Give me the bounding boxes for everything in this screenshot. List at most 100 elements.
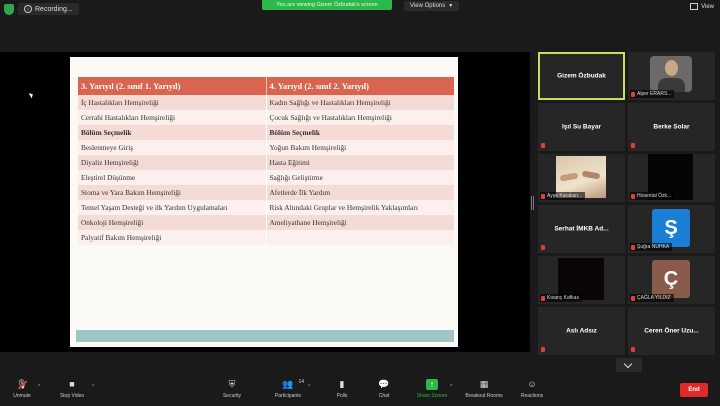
viewing-screen-banner: You are viewing Gizem Özbudak's screen xyxy=(262,0,392,10)
view-options-button[interactable]: View Options ▼ xyxy=(404,1,460,11)
chevron-down-icon: ▼ xyxy=(448,3,454,9)
participant-name: Kıvanç Kafkas xyxy=(547,295,579,301)
microphone-icon: 🎙 xyxy=(16,379,28,390)
muted-mic-icon xyxy=(631,91,635,97)
table-cell: Afetlerde İlk Yardım xyxy=(265,185,455,200)
end-meeting-button[interactable]: End xyxy=(680,383,708,397)
polls-label: Polls xyxy=(336,393,348,399)
participant-tile[interactable]: Ş Şuğra NUHKA xyxy=(628,205,715,253)
table-cell: Risk Altındaki Gruplar ve Hemşirelik Yak… xyxy=(265,200,455,215)
participant-name: Işıl Su Bayar xyxy=(561,123,602,131)
muted-mic-icon xyxy=(631,295,635,301)
panel-resize-handle[interactable] xyxy=(531,196,534,210)
gallery-scroll-down-button[interactable] xyxy=(616,358,642,372)
recording-status[interactable]: Recording... xyxy=(18,3,79,15)
muted-mic-icon xyxy=(631,193,635,199)
muted-mic-icon xyxy=(541,347,545,352)
participant-tile[interactable]: Aslı Adsız xyxy=(538,307,625,355)
unmute-label: Unmute xyxy=(13,393,31,399)
participants-caret-icon[interactable]: ^ xyxy=(308,384,310,390)
table-cell: Sağlığı Geliştirme xyxy=(265,170,455,185)
table-header-cell: 3. Yarıyıl (2. sınıf 1. Yarıyıl) xyxy=(81,81,181,91)
table-row: Cerrahi Hastalıkları Hemşireliği Çocuk Sa… xyxy=(78,110,454,125)
table-cell: Eleştirel Düşünme xyxy=(81,173,136,182)
table-row: Beslenmeye Giriş Yoğun Bakım Hemşireliği xyxy=(78,140,454,155)
view-label: View xyxy=(701,3,714,10)
participant-label: Ayşe Karakan... xyxy=(540,192,586,200)
avatar: Ş xyxy=(652,209,690,247)
participant-name: Serhat İMKB Ad... xyxy=(554,225,609,233)
participant-name: Gizem Özbudak xyxy=(557,72,606,80)
chat-button[interactable]: 💬 Chat xyxy=(362,379,406,405)
participants-button[interactable]: 👥 14 Participants xyxy=(266,379,310,405)
participant-tile[interactable]: Gizem Özbudak xyxy=(538,52,625,100)
recording-icon xyxy=(24,5,32,13)
polls-button[interactable]: ▮ Polls xyxy=(320,379,364,405)
table-cell: Yoğun Bakım Hemşireliği xyxy=(265,140,455,155)
muted-mic-icon xyxy=(631,143,635,148)
participant-label: Kıvanç Kafkas xyxy=(540,294,582,302)
table-cell: Palyatif Bakım Hemşireliği xyxy=(81,233,162,242)
table-cell: Ameliyathane Hemşireliği xyxy=(265,215,455,230)
unmute-button[interactable]: 🎙 Unmute xyxy=(0,379,44,405)
table-header-row: 3. Yarıyıl (2. sınıf 1. Yarıyıl) 4. Yarı… xyxy=(78,77,454,95)
breakout-rooms-label: Breakout Rooms xyxy=(465,393,503,399)
participant-tile[interactable]: Serhat İMKB Ad... xyxy=(538,205,625,253)
table-cell: Çocuk Sağlığı ve Hastalıkları Hemşireliğ… xyxy=(265,110,455,125)
reactions-button[interactable]: ☺ Reactions xyxy=(510,379,554,405)
audio-options-caret-icon[interactable]: ^ xyxy=(38,384,40,390)
video-camera-icon: ■ xyxy=(69,379,75,389)
participant-tile[interactable]: Alper ERARS... xyxy=(628,52,715,100)
muted-mic-icon xyxy=(631,244,635,250)
table-header-cell: 4. Yarıyıl (2. sınıf 2. Yarıyıl) xyxy=(265,77,455,95)
table-row: İç Hastalıkları Hemşireliği Kadın Sağlığı… xyxy=(78,95,454,110)
view-button[interactable]: View xyxy=(690,3,714,10)
muted-mic-icon xyxy=(631,347,635,352)
muted-mic-icon xyxy=(541,245,545,250)
share-screen-icon: ↑ xyxy=(426,379,438,390)
participant-video xyxy=(650,56,692,92)
table-cell: Temel Yaşam Desteği ve ilk Yardım Uygula… xyxy=(81,203,228,212)
participant-tile[interactable]: Ayşe Karakan... xyxy=(538,154,625,202)
participants-count: 14 xyxy=(298,379,304,385)
participants-label: Participants xyxy=(274,393,302,399)
table-cell: Beslenmeye Giriş xyxy=(81,143,134,152)
share-options-caret-icon[interactable]: ^ xyxy=(450,384,452,390)
participant-tile[interactable]: Ceren Öner Uzu... xyxy=(628,307,715,355)
share-screen-button[interactable]: ↑ Share Screen xyxy=(410,379,454,405)
participant-label: ÇAĞLA YILDIZ xyxy=(630,294,674,302)
stop-video-button[interactable]: ■ Stop Video xyxy=(50,379,94,405)
participant-tile[interactable]: Işıl Su Bayar xyxy=(538,103,625,151)
participant-tile[interactable]: Hosental Özk... xyxy=(628,154,715,202)
chat-label: Chat xyxy=(378,393,390,399)
encryption-shield-icon[interactable] xyxy=(4,3,14,15)
video-options-caret-icon[interactable]: ^ xyxy=(92,384,94,390)
table-row: Palyatif Bakım Hemşireliği xyxy=(78,230,454,245)
view-options-label: View Options xyxy=(410,3,446,9)
gallery-view-icon xyxy=(690,3,699,10)
security-button[interactable]: ⛨ Security xyxy=(210,379,254,405)
participant-tile[interactable]: Berke Solar xyxy=(628,103,715,151)
chat-icon: 💬 xyxy=(378,379,390,389)
zoom-meeting-window: Recording... You are viewing Gizem Özbud… xyxy=(0,0,720,406)
share-screen-label: Share Screen xyxy=(416,393,448,399)
participant-name: Ayşe Karakan... xyxy=(547,193,583,199)
breakout-rooms-button[interactable]: ▦ Breakout Rooms xyxy=(462,379,506,405)
table-cell xyxy=(265,230,455,245)
table-cell: Bölüm Seçmelik xyxy=(265,125,455,140)
table-row: Onkoloji Hemşireliği Ameliyathane Hemşire… xyxy=(78,215,454,230)
breakout-rooms-icon: ▦ xyxy=(479,379,489,389)
table-cell: Kadın Sağlığı ve Hastalıkları Hemşireliğ… xyxy=(265,95,455,110)
participant-name: Şuğra NUHKA xyxy=(637,244,670,250)
participant-label: Şuğra NUHKA xyxy=(630,243,673,251)
table-row: Temel Yaşam Desteği ve ilk Yardım Uygula… xyxy=(78,200,454,215)
security-label: Security xyxy=(222,393,242,399)
table-cell: Bölüm Seçmelik xyxy=(81,128,132,137)
participant-name: ÇAĞLA YILDIZ xyxy=(637,295,671,301)
reactions-icon: ☺ xyxy=(527,379,537,389)
participant-tile[interactable]: Ç ÇAĞLA YILDIZ xyxy=(628,256,715,304)
table-row: Bölüm Seçmelik Bölüm Seçmelik xyxy=(78,125,454,140)
polls-icon: ▮ xyxy=(339,379,345,389)
top-bar: Recording... You are viewing Gizem Özbud… xyxy=(0,0,720,18)
participant-tile[interactable]: Kıvanç Kafkas xyxy=(538,256,625,304)
